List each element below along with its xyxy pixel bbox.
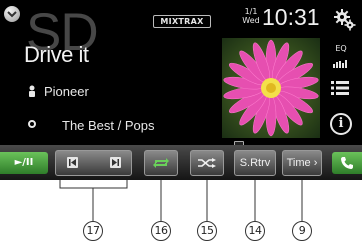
date-day: 1/1 — [244, 7, 258, 16]
track-skip-group — [55, 150, 132, 176]
callout-leader-lines — [59, 180, 303, 221]
callout-label: 9 — [292, 221, 312, 241]
repeat-button[interactable] — [144, 150, 178, 176]
mixtrax-button[interactable]: MIXTRAX — [153, 15, 211, 28]
callout-label: 17 — [83, 221, 103, 241]
track-title: Drive it — [24, 42, 89, 67]
shuffle-button[interactable] — [190, 150, 224, 176]
album-artwork — [222, 38, 320, 138]
play-pause-button[interactable]: ►/II — [0, 152, 48, 174]
chevron-down-icon[interactable] — [4, 6, 20, 22]
artist-icon — [29, 85, 35, 97]
date-weekday: Wed — [242, 16, 260, 25]
head-unit-screen: SD MIXTRAX 1/1 Wed 10:31 Drive it Pionee… — [0, 0, 362, 180]
album-icon — [28, 120, 36, 128]
date-display: 1/1 Wed — [240, 7, 262, 25]
callout-label: 15 — [197, 221, 217, 241]
srtrv-button[interactable]: S.Rtrv — [234, 150, 276, 176]
album-name: The Best / Pops — [62, 118, 155, 133]
eq-label: EQ — [335, 44, 347, 53]
clock: 10:31 — [262, 4, 320, 30]
callout-label: 14 — [245, 221, 265, 241]
list-icon[interactable] — [331, 80, 349, 96]
phone-button[interactable] — [332, 152, 362, 174]
control-bar: ►/II S.Rtrv Time › — [0, 145, 362, 180]
skip-back-icon[interactable] — [67, 157, 78, 168]
repeat-icon — [153, 158, 169, 168]
eq-button[interactable]: EQ — [328, 44, 354, 68]
callout-label: 16 — [151, 221, 171, 241]
phone-icon — [341, 157, 353, 169]
settings-gears-icon[interactable] — [334, 9, 356, 31]
shuffle-icon — [198, 158, 216, 168]
info-icon[interactable]: i — [330, 113, 352, 135]
skip-forward-icon[interactable] — [110, 157, 121, 168]
artist-name: Pioneer — [44, 84, 89, 99]
time-button[interactable]: Time › — [282, 150, 322, 176]
eq-bars-icon — [333, 60, 347, 68]
